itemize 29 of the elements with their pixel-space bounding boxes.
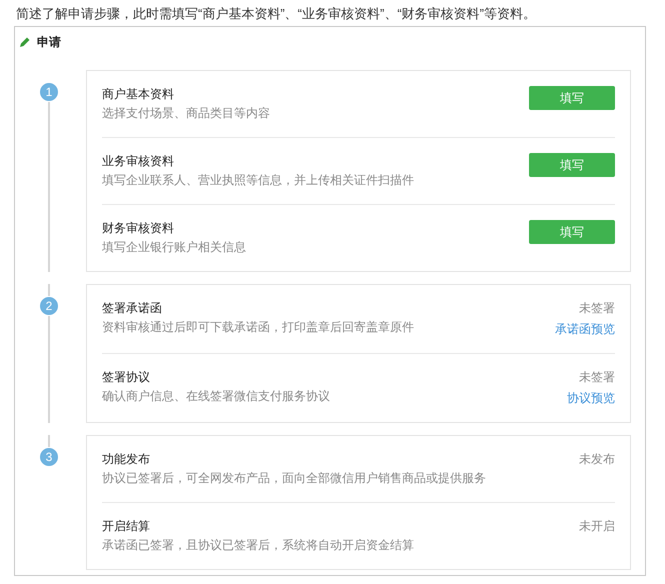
status-text: 未签署 <box>579 300 615 316</box>
item-title: 商户基本资料 <box>102 86 175 102</box>
item-description: 资料审核通过后即可下载承诺函，打印盖章后回寄盖章原件 <box>102 319 414 335</box>
status-text: 未发布 <box>579 451 615 467</box>
item-description: 填写企业联系人、营业执照等信息，并上传相关证件扫描件 <box>102 172 414 188</box>
panel-title: 申请 <box>37 34 61 50</box>
item-title: 签署承诺函 <box>102 300 163 316</box>
step-number: 3 <box>39 447 59 467</box>
fill-button[interactable]: 填写 <box>529 86 615 110</box>
item-title: 功能发布 <box>102 451 151 467</box>
item-description: 协议已签署后，可全网发布产品，面向全部微信用户销售商品或提供服务 <box>102 470 486 486</box>
item-title: 业务审核资料 <box>102 153 175 169</box>
item-title: 财务审核资料 <box>102 220 175 236</box>
item-description: 承诺函已签署，且协议已签署后，系统将自动开启资金结算 <box>102 537 414 553</box>
status-text: 未签署 <box>579 369 615 385</box>
status-text: 未开启 <box>579 518 615 534</box>
step-number: 1 <box>39 82 59 102</box>
pencil-icon <box>19 36 31 48</box>
preview-link[interactable]: 承诺函预览 <box>555 321 615 337</box>
step-number: 2 <box>39 296 59 316</box>
preview-link[interactable]: 协议预览 <box>567 390 615 406</box>
intro-text: 简述了解申请步骤，此时需填写“商户基本资料”、“业务审核资料”、“财务审核资料”等资料。 <box>16 6 537 22</box>
item-description: 填写企业银行账户相关信息 <box>102 239 246 255</box>
fill-button[interactable]: 填写 <box>529 220 615 244</box>
item-title: 开启结算 <box>102 518 151 534</box>
item-description: 确认商户信息、在线签署微信支付服务协议 <box>102 388 330 404</box>
fill-button[interactable]: 填写 <box>529 153 615 177</box>
item-description: 选择支付场景、商品类目等内容 <box>102 105 270 121</box>
item-title: 签署协议 <box>102 369 151 385</box>
